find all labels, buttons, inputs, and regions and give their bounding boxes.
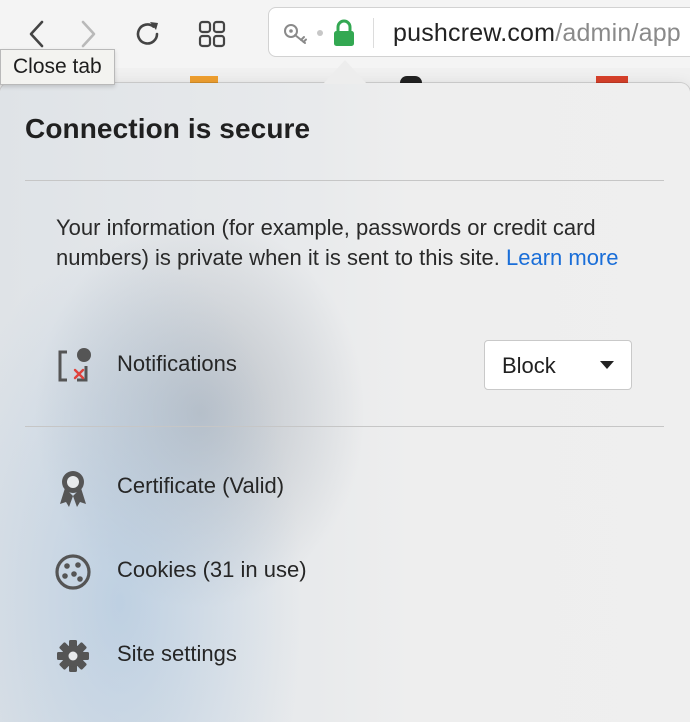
- site-settings-label: Site settings: [117, 641, 237, 666]
- site-settings-row[interactable]: Site settings: [0, 625, 690, 685]
- url-host: pushcrew.com: [393, 19, 556, 47]
- learn-more-link[interactable]: Learn more: [506, 245, 619, 270]
- notifications-select[interactable]: Block: [484, 340, 632, 390]
- popup-title: Connection is secure: [25, 113, 311, 144]
- url-path: /admin/app: [555, 19, 681, 47]
- cookies-label: Cookies (31 in use): [117, 557, 307, 582]
- notifications-select-value: Block: [502, 353, 556, 378]
- cookie-icon: [52, 551, 94, 593]
- certificate-label: Certificate (Valid): [117, 473, 285, 498]
- close-tab-tooltip: Close tab: [0, 49, 115, 85]
- tab-overview-button[interactable]: [192, 14, 232, 54]
- gear-icon: [52, 635, 94, 677]
- back-button[interactable]: [17, 14, 57, 54]
- notifications-label: Notifications: [117, 351, 237, 376]
- reload-icon: [136, 22, 159, 45]
- chevron-down-icon: [600, 361, 614, 369]
- separator-dot-icon: [317, 30, 323, 36]
- cookies-row[interactable]: Cookies (31 in use): [0, 541, 690, 601]
- forward-arrow-icon: [81, 20, 96, 48]
- grid-icon: [198, 20, 226, 48]
- back-arrow-icon: [29, 20, 44, 48]
- divider: [25, 180, 664, 181]
- certificate-row[interactable]: Certificate (Valid): [0, 457, 690, 517]
- security-description: Your information (for example, passwords…: [56, 213, 646, 273]
- site-info-popup: Connection is secure Your information (f…: [0, 83, 690, 722]
- forward-button[interactable]: [68, 14, 108, 54]
- reload-button[interactable]: [128, 14, 168, 54]
- key-icon[interactable]: [283, 22, 313, 46]
- lock-icon[interactable]: [333, 19, 355, 47]
- address-divider: [373, 18, 374, 48]
- divider: [25, 426, 664, 427]
- address-bar[interactable]: pushcrew.com/admin/app: [268, 7, 690, 57]
- notifications-blocked-icon: [52, 345, 94, 387]
- url-text[interactable]: pushcrew.com/admin/app: [393, 19, 681, 48]
- popup-arrow: [323, 60, 367, 84]
- certificate-icon: [52, 467, 94, 509]
